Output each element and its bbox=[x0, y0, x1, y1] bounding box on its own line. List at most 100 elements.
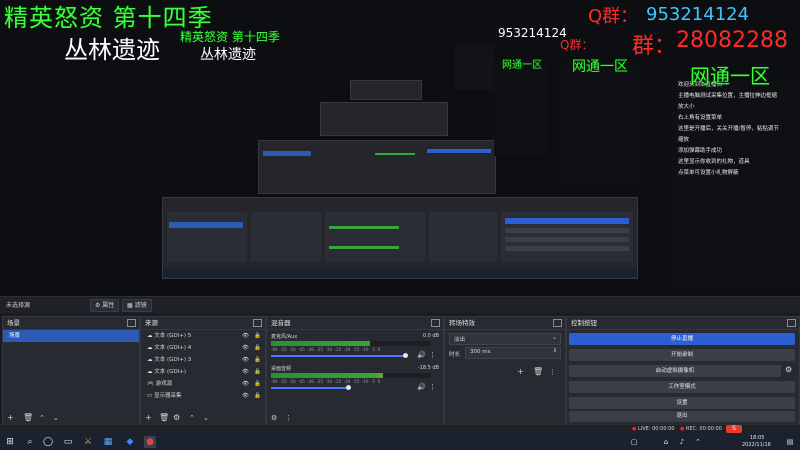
volume-slider[interactable] bbox=[271, 387, 348, 389]
windows-start-icon[interactable]: ⊞ bbox=[4, 436, 16, 448]
nested-notes-panel bbox=[560, 62, 642, 186]
obs-icon[interactable]: ● bbox=[144, 436, 156, 448]
transition-select[interactable]: 淡出 ⌄ bbox=[449, 333, 561, 345]
speaker-icon[interactable]: 🔊 bbox=[417, 351, 426, 359]
exit-button[interactable]: 退出 bbox=[569, 411, 795, 422]
move-up-icon[interactable]: ⌃ bbox=[39, 413, 45, 423]
stop-streaming-button[interactable]: 停止直播 bbox=[569, 333, 795, 345]
source-item[interactable]: ☁ 文本 (GDI+) 4 👁 🔒 bbox=[141, 342, 265, 354]
tray-icon[interactable]: ▢ bbox=[628, 436, 640, 448]
lock-icon[interactable]: 🔒 bbox=[254, 390, 261, 402]
network-icon[interactable]: ⌂ bbox=[660, 436, 672, 448]
task-view-icon[interactable]: ◯ bbox=[42, 436, 54, 448]
overlay-region-big: 网通一区 bbox=[690, 64, 770, 88]
mixer-settings-icon[interactable]: ⚙ bbox=[271, 413, 277, 423]
overlay-qq-number: 953214124 bbox=[646, 4, 750, 25]
popout-icon[interactable] bbox=[253, 319, 262, 327]
channel-db: 0.0 dB bbox=[422, 333, 439, 339]
more-icon[interactable]: ⋮ bbox=[429, 351, 436, 359]
more-icon[interactable]: ⋮ bbox=[285, 413, 292, 423]
overlay-subtitle: 丛林遗迹 bbox=[64, 36, 160, 64]
remove-source-button[interactable]: 🗑 bbox=[159, 413, 169, 423]
scene-item[interactable]: 场景 bbox=[3, 330, 139, 342]
store-icon[interactable]: ▦ bbox=[102, 436, 114, 448]
channel-db: -18.5 dB bbox=[417, 365, 439, 371]
source-item[interactable]: ☁ 文本 (GDI+) 5 👁 🔒 bbox=[141, 330, 265, 342]
move-down-icon[interactable]: ⌄ bbox=[53, 413, 59, 423]
nested-obs-window-3 bbox=[320, 102, 448, 136]
tick: -35 bbox=[316, 347, 324, 352]
sources-title: 来源 bbox=[145, 319, 158, 327]
stepper-icon[interactable]: ⇕ bbox=[553, 348, 557, 354]
source-item[interactable]: ☁ 文本 (GDI+) 👁 🔒 bbox=[141, 366, 265, 378]
add-transition-button[interactable]: + bbox=[517, 367, 524, 377]
move-up-icon[interactable]: ⌃ bbox=[189, 413, 195, 423]
tick: -40 bbox=[307, 347, 314, 352]
source-label: 游戏源 bbox=[155, 381, 173, 387]
move-down-icon[interactable]: ⌄ bbox=[203, 413, 209, 423]
start-virtual-camera-button[interactable]: 启动虚拟摄像机 bbox=[569, 365, 781, 377]
notification-icon[interactable]: ▤ bbox=[784, 436, 796, 448]
scenes-dock: 场景 场景 + 🗑 ⌃ ⌄ bbox=[2, 316, 140, 426]
eye-icon[interactable]: 👁 bbox=[242, 330, 249, 342]
overlay-region-mid: 网通一区 bbox=[572, 59, 628, 75]
duration-input[interactable]: 300 ms ⇕ bbox=[465, 347, 561, 359]
channel-name: 麦克风/Aux bbox=[271, 334, 298, 340]
game-icon[interactable]: ⚔ bbox=[82, 436, 94, 448]
tick: -60 bbox=[271, 379, 278, 384]
transitions-title: 转场特效 bbox=[449, 319, 475, 327]
remove-transition-button[interactable]: 🗑 bbox=[533, 367, 543, 377]
settings-button[interactable]: 设置 bbox=[569, 397, 795, 409]
volume-knob[interactable] bbox=[403, 353, 408, 358]
volume-slider[interactable] bbox=[271, 355, 405, 357]
source-settings-icon[interactable]: ⚙ bbox=[173, 413, 180, 423]
filter-icon: ▦ bbox=[127, 302, 135, 309]
lock-icon[interactable]: 🔒 bbox=[254, 342, 261, 354]
eye-icon[interactable]: 👁 bbox=[242, 390, 249, 402]
popout-icon[interactable] bbox=[431, 319, 440, 327]
source-item[interactable]: ☁ 文本 (GDI+) 3 👁 🔒 bbox=[141, 354, 265, 366]
popout-icon[interactable] bbox=[127, 319, 136, 327]
nested-meter-3 bbox=[375, 153, 415, 155]
properties-button[interactable]: ⚙ 属性 bbox=[90, 299, 120, 312]
popout-icon[interactable] bbox=[787, 319, 796, 327]
source-item[interactable]: ▭ 显示器采集 👁 🔒 bbox=[141, 390, 265, 402]
lock-icon[interactable]: 🔒 bbox=[254, 378, 261, 390]
start-recording-button[interactable]: 开始录制 bbox=[569, 349, 795, 361]
tick: -15 bbox=[352, 379, 360, 384]
tick: -25 bbox=[334, 379, 342, 384]
add-scene-button[interactable]: + bbox=[7, 413, 14, 423]
nested-mixer-panel bbox=[325, 212, 425, 262]
tick: -35 bbox=[316, 379, 324, 384]
remove-scene-button[interactable]: 🗑 bbox=[23, 413, 33, 423]
input-method-icon[interactable]: S bbox=[726, 425, 742, 433]
nested-transitions-panel bbox=[429, 212, 497, 262]
eye-icon[interactable]: 👁 bbox=[242, 342, 249, 354]
filters-button[interactable]: ▦ 滤镜 bbox=[122, 299, 152, 312]
tick: 0 bbox=[377, 379, 381, 384]
eye-icon[interactable]: 👁 bbox=[242, 366, 249, 378]
no-source-label: 未选择源 bbox=[6, 302, 31, 309]
lock-icon[interactable]: 🔒 bbox=[254, 330, 261, 342]
gear-icon[interactable]: ⚙ bbox=[785, 365, 792, 374]
chevron-up-icon[interactable]: ⌃ bbox=[692, 436, 704, 448]
speaker-icon[interactable]: 🔊 bbox=[417, 383, 426, 391]
eye-icon[interactable]: 👁 bbox=[242, 378, 249, 390]
app-icon[interactable]: ◆ bbox=[124, 436, 136, 448]
volume-icon[interactable]: ♪ bbox=[676, 436, 688, 448]
popout-icon[interactable] bbox=[553, 319, 562, 327]
search-icon[interactable]: ⌕ bbox=[24, 436, 36, 448]
nested-meter-2 bbox=[329, 246, 399, 249]
volume-knob[interactable] bbox=[346, 385, 351, 390]
lock-icon[interactable]: 🔒 bbox=[254, 354, 261, 366]
source-item[interactable]: 🎮 游戏源 👁 🔒 bbox=[141, 378, 265, 390]
more-icon[interactable]: ⋮ bbox=[549, 367, 556, 377]
add-source-button[interactable]: + bbox=[145, 413, 152, 423]
rec-indicator-icon: ● bbox=[680, 426, 685, 432]
eye-icon[interactable]: 👁 bbox=[242, 354, 249, 366]
tick: -40 bbox=[307, 379, 314, 384]
lock-icon[interactable]: 🔒 bbox=[254, 366, 261, 378]
studio-mode-button[interactable]: 工作室模式 bbox=[569, 381, 795, 393]
file-explorer-icon[interactable]: ▭ bbox=[62, 436, 74, 448]
more-icon[interactable]: ⋮ bbox=[429, 383, 436, 391]
